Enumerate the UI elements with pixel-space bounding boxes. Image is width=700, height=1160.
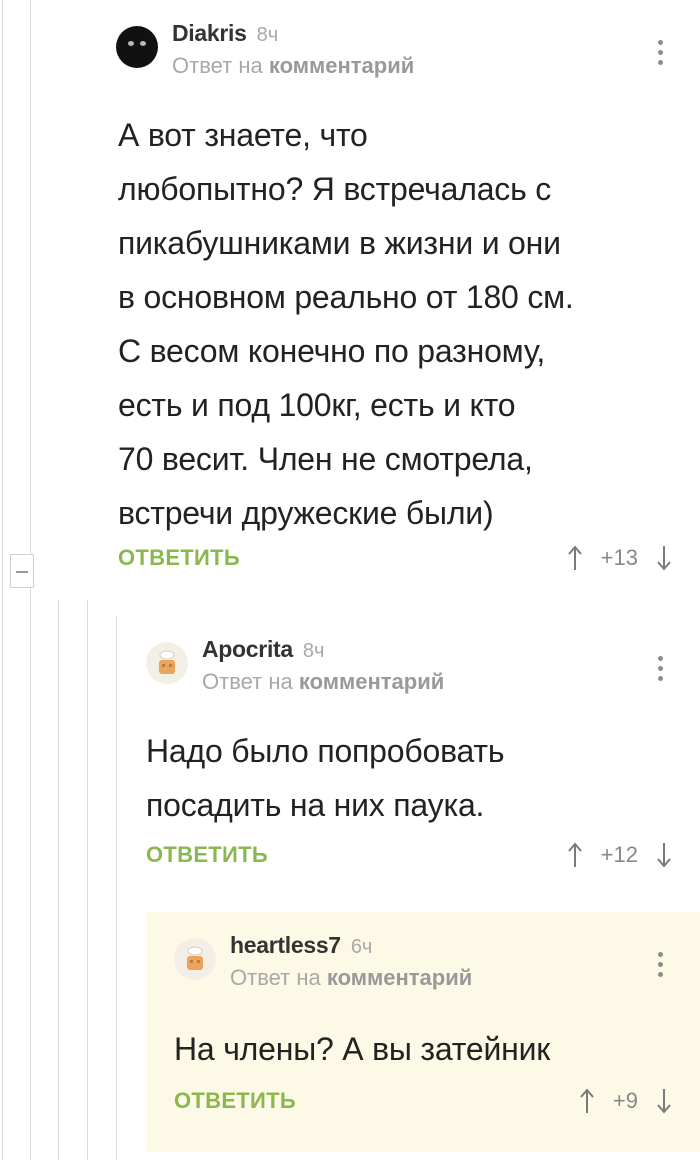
username[interactable]: Diakris bbox=[172, 20, 247, 47]
reply-target-link[interactable]: комментарий bbox=[269, 53, 414, 78]
vote-controls: +13 bbox=[567, 545, 672, 571]
vote-controls: +9 bbox=[579, 1088, 672, 1114]
reply-button[interactable]: ОТВЕТИТЬ bbox=[174, 1088, 296, 1114]
thread-line bbox=[87, 600, 88, 1160]
rating: +9 bbox=[612, 1088, 638, 1113]
reply-button[interactable]: ОТВЕТИТЬ bbox=[118, 545, 240, 571]
comment-header: Apocrita 8ч Ответ на комментарий bbox=[146, 636, 444, 695]
upvote-arrow-icon[interactable] bbox=[579, 1088, 595, 1114]
collapse-thread-icon[interactable] bbox=[10, 554, 34, 588]
reply-to-label: Ответ на комментарий bbox=[202, 669, 445, 694]
reply-button[interactable]: ОТВЕТИТЬ bbox=[146, 842, 268, 868]
downvote-arrow-icon[interactable] bbox=[656, 1088, 672, 1114]
username[interactable]: heartless7 bbox=[230, 932, 341, 959]
comment: Diakris 8ч Ответ на комментарий А вот зн… bbox=[90, 0, 700, 600]
avatar[interactable] bbox=[146, 642, 188, 684]
vote-controls: +12 bbox=[567, 842, 672, 868]
rating: +12 bbox=[600, 842, 638, 867]
comment-text: А вот знаете, что любопытно? Я встречала… bbox=[118, 117, 574, 531]
thread-line bbox=[58, 600, 59, 1160]
timestamp: 8ч bbox=[256, 24, 279, 46]
more-options-icon[interactable] bbox=[658, 952, 664, 982]
comment-header: Diakris 8ч Ответ на комментарий bbox=[116, 20, 414, 79]
downvote-arrow-icon[interactable] bbox=[656, 842, 672, 868]
comment-actions: ОТВЕТИТЬ +12 bbox=[146, 842, 672, 868]
comment-text: На члены? А вы затейник bbox=[174, 1031, 551, 1067]
upvote-arrow-icon[interactable] bbox=[567, 842, 583, 868]
comment-text: Надо было попробовать посадить на них па… bbox=[146, 733, 505, 823]
username[interactable]: Apocrita bbox=[202, 636, 293, 663]
comment-header: heartless7 6ч Ответ на комментарий bbox=[174, 932, 472, 991]
more-options-icon[interactable] bbox=[658, 40, 664, 70]
comment: Apocrita 8ч Ответ на комментарий Надо бы… bbox=[118, 616, 700, 906]
thread-line bbox=[2, 0, 3, 1160]
thread-line bbox=[116, 616, 117, 1160]
reply-target-link[interactable]: комментарий bbox=[327, 965, 472, 990]
avatar[interactable] bbox=[116, 26, 158, 68]
reply-to-label: Ответ на комментарий bbox=[230, 965, 473, 990]
reply-target-link[interactable]: комментарий bbox=[299, 669, 444, 694]
more-options-icon[interactable] bbox=[658, 656, 664, 686]
timestamp: 6ч bbox=[350, 936, 373, 958]
comment-highlighted: heartless7 6ч Ответ на комментарий На чл… bbox=[146, 912, 700, 1152]
comment-actions: ОТВЕТИТЬ +13 bbox=[118, 545, 672, 571]
rating: +13 bbox=[600, 545, 638, 570]
downvote-arrow-icon[interactable] bbox=[656, 545, 672, 571]
comment-actions: ОТВЕТИТЬ +9 bbox=[174, 1088, 672, 1114]
timestamp: 8ч bbox=[302, 640, 325, 662]
avatar[interactable] bbox=[174, 938, 216, 980]
reply-to-label: Ответ на комментарий bbox=[172, 53, 415, 78]
upvote-arrow-icon[interactable] bbox=[567, 545, 583, 571]
